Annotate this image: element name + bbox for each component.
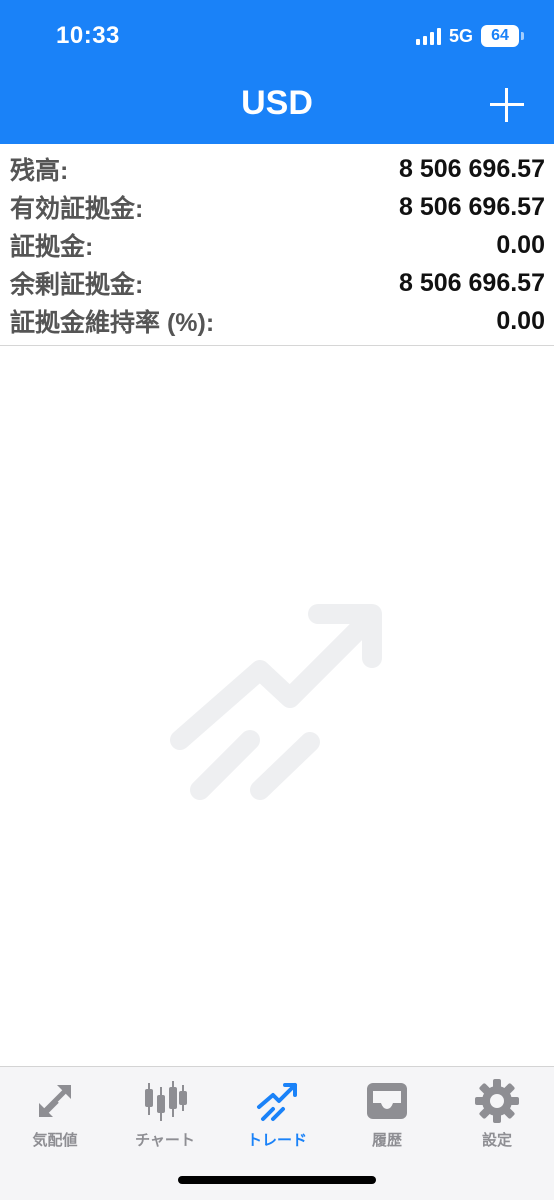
summary-row-margin: 証拠金: 0.00 [10, 226, 545, 264]
summary-row-free-margin: 余剰証拠金: 8 506 696.57 [10, 264, 545, 302]
summary-row-equity: 有効証拠金: 8 506 696.57 [10, 188, 545, 226]
tab-settings-label: 設定 [481, 1132, 512, 1149]
free-margin-label: 余剰証拠金: [10, 271, 144, 299]
trade-trend-icon [170, 604, 382, 800]
margin-level-value: 0.00 [496, 306, 545, 335]
tab-quotes-label: 気配値 [32, 1132, 78, 1149]
cellular-signal-icon [415, 27, 441, 45]
gear-icon [475, 1079, 519, 1123]
battery-icon: 64 [481, 25, 519, 47]
candlestick-icon [145, 1081, 187, 1121]
tab-chart[interactable]: チャート [110, 1077, 220, 1157]
battery-cap [521, 32, 524, 40]
tab-history-label: 履歴 [371, 1132, 402, 1149]
tab-settings[interactable]: 設定 [442, 1077, 552, 1157]
home-indicator [178, 1176, 376, 1184]
page-title: USD [241, 84, 313, 122]
account-summary: 残高: 8 506 696.57 有効証拠金: 8 506 696.57 証拠金… [0, 144, 554, 346]
margin-value: 0.00 [496, 230, 545, 259]
equity-value: 8 506 696.57 [399, 192, 545, 221]
status-time: 10:33 [56, 22, 120, 49]
top-bar: 10:33 5G 64 USD [0, 0, 554, 144]
network-type: 5G [448, 25, 473, 46]
free-margin-value: 8 506 696.57 [399, 268, 545, 297]
balance-label: 残高: [10, 157, 69, 185]
tab-quotes[interactable]: 気配値 [0, 1077, 110, 1157]
quotes-arrows-icon [39, 1085, 71, 1117]
tab-trade[interactable]: トレード [222, 1077, 332, 1157]
status-indicators: 5G 64 [415, 24, 524, 48]
summary-row-margin-level: 証拠金維持率 (%): 0.00 [10, 302, 545, 340]
battery-level: 64 [491, 27, 509, 44]
history-tray-icon [367, 1083, 407, 1119]
add-button[interactable] [490, 88, 524, 122]
balance-value: 8 506 696.57 [399, 154, 545, 183]
margin-label: 証拠金: [10, 233, 94, 261]
tab-trade-label: トレード [246, 1132, 307, 1149]
equity-label: 有効証拠金: [10, 195, 144, 223]
summary-row-balance: 残高: 8 506 696.57 [10, 150, 545, 188]
tab-chart-label: チャート [135, 1132, 195, 1149]
plus-icon-stroke [505, 88, 508, 122]
trade-icon [257, 1083, 297, 1121]
tab-history[interactable]: 履歴 [332, 1077, 442, 1157]
margin-level-label: 証拠金維持率 (%): [10, 309, 215, 337]
